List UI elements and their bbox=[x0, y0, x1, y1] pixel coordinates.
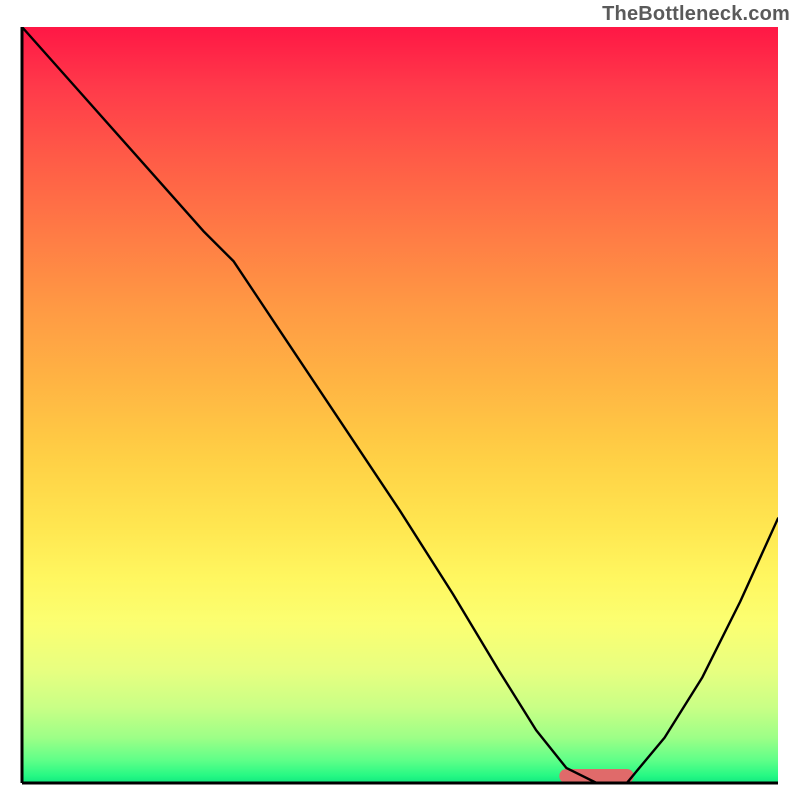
axes bbox=[0, 0, 800, 800]
